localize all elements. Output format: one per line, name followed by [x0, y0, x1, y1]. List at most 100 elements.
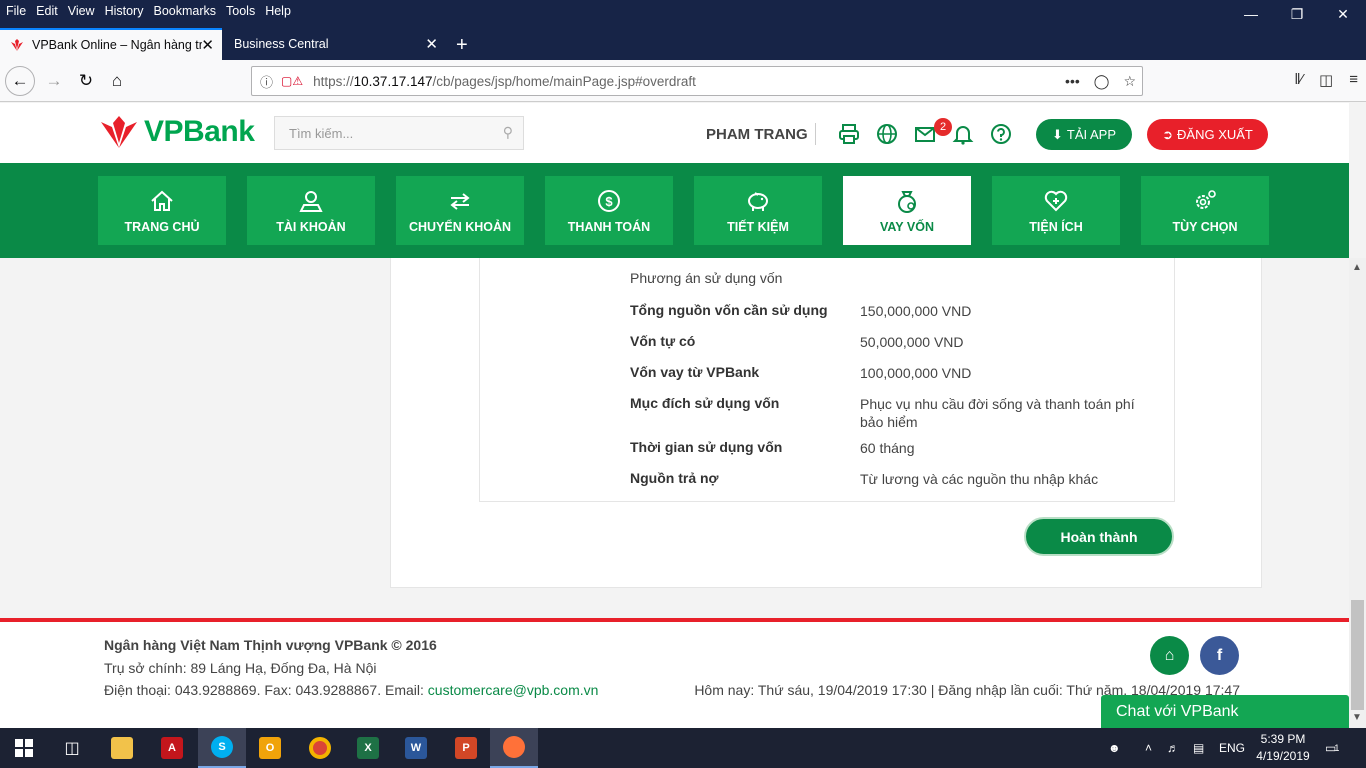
piggy-bank-icon — [748, 192, 768, 211]
nav-transfer[interactable]: CHUYỂN KHOẢN — [396, 176, 524, 245]
logo-text: VPBank — [144, 115, 255, 148]
nav-account[interactable]: TÀI KHOẢN — [247, 176, 375, 245]
menu-tools[interactable]: Tools — [221, 4, 260, 18]
nav-savings[interactable]: TIẾT KIỆM — [694, 176, 822, 245]
network-icon[interactable]: ▤ — [1193, 728, 1204, 768]
section-title: Phương án sử dụng vốn — [630, 270, 783, 286]
people-icon[interactable]: ☻ — [1108, 728, 1121, 768]
globe-icon[interactable] — [876, 123, 898, 145]
taskbar-chrome[interactable] — [296, 728, 344, 768]
bell-icon[interactable] — [952, 123, 974, 145]
nav-label: TIỆN ÍCH — [1029, 220, 1083, 234]
row-label: Vốn tự có — [630, 333, 696, 349]
footer-email-link[interactable]: customercare@vpb.com.vn — [428, 682, 599, 698]
footer-facebook-button[interactable]: f — [1200, 636, 1239, 675]
scroll-down-icon[interactable]: ▼ — [1352, 712, 1362, 723]
search-input[interactable]: Tìm kiếm... ⚲ — [274, 116, 524, 150]
scrollbar-thumb[interactable] — [1351, 600, 1364, 710]
menu-bookmarks[interactable]: Bookmarks — [148, 4, 221, 18]
clock-date: 4/19/2019 — [1256, 749, 1310, 763]
bookmark-star-icon[interactable]: ☆ — [1123, 73, 1136, 90]
taskbar-clock[interactable]: 5:39 PM 4/19/2019 — [1253, 731, 1313, 765]
divider — [815, 123, 816, 145]
menu-view[interactable]: View — [63, 4, 100, 18]
menu-history[interactable]: History — [100, 4, 149, 18]
taskbar-outlook[interactable]: O — [246, 728, 294, 768]
scroll-up-icon[interactable]: ▲ — [1352, 262, 1362, 273]
logout-button[interactable]: ➲ ĐĂNG XUẤT — [1147, 119, 1268, 150]
nav-label: THANH TOÁN — [567, 220, 651, 234]
user-icon — [299, 191, 323, 212]
logout-icon: ➲ — [1162, 126, 1174, 142]
page-actions-icon[interactable]: ••• — [1065, 73, 1080, 90]
start-button[interactable] — [0, 728, 48, 768]
footer-contact-text: Điện thoại: 043.9288869. Fax: 043.928886… — [104, 682, 428, 698]
page-viewport: VPBank Tìm kiếm... ⚲ PHAM TRANG 2 ⬇ TẢI … — [0, 103, 1349, 728]
main-navigation: TRANG CHỦ TÀI KHOẢN CHUYỂN KHOẢN $ THANH… — [0, 163, 1349, 258]
nav-loan[interactable]: VAY VỐN — [843, 176, 971, 245]
download-icon: ⬇ — [1051, 126, 1063, 142]
task-view-icon: ◫ — [64, 740, 80, 757]
nav-utilities[interactable]: TIỆN ÍCH — [992, 176, 1120, 245]
download-app-button[interactable]: ⬇ TẢI APP — [1036, 119, 1132, 150]
tab-vpbank[interactable]: VPBank Online – Ngân hàng trự ✕ — [0, 28, 222, 60]
taskbar-skype[interactable]: S — [198, 728, 246, 768]
tab-title: VPBank Online – Ngân hàng trự — [32, 38, 202, 52]
sidebar-icon[interactable]: ◫ — [1319, 71, 1333, 89]
navigation-toolbar: ← → ↻ ⌂ ⓘ ▢⚠ https://10.37.17.147/cb/pag… — [0, 60, 1366, 102]
tab-business-central[interactable]: Business Central ✕ — [224, 28, 446, 60]
nav-payment[interactable]: $ THANH TOÁN — [545, 176, 673, 245]
nav-settings[interactable]: TÙY CHỌN — [1141, 176, 1269, 245]
footer-home-button[interactable]: ⌂ — [1150, 636, 1189, 675]
money-bag-icon — [898, 191, 916, 213]
taskbar-file-explorer[interactable] — [98, 728, 146, 768]
vpbank-logo[interactable]: VPBank — [100, 115, 255, 149]
taskbar-word[interactable]: W — [392, 728, 440, 768]
chrome-icon — [309, 737, 331, 759]
insecure-lock-icon[interactable]: ▢⚠ — [281, 74, 303, 88]
close-tab-icon[interactable]: ✕ — [425, 35, 438, 53]
taskbar-powerpoint[interactable]: P — [442, 728, 490, 768]
forward-button[interactable]: → — [40, 67, 68, 95]
taskbar-acrobat[interactable]: A — [148, 728, 196, 768]
back-button[interactable]: ← — [5, 66, 35, 96]
page-scrollbar[interactable]: ▲ ▼ — [1349, 258, 1366, 728]
firefox-icon — [503, 736, 525, 758]
hamburger-menu-icon[interactable]: ≡ — [1349, 71, 1358, 89]
task-view-button[interactable]: ◫ — [48, 728, 96, 768]
show-hidden-icons[interactable]: ˄ — [1145, 728, 1152, 768]
row-label: Nguồn trả nợ — [630, 470, 719, 486]
nav-home[interactable]: TRANG CHỦ — [98, 176, 226, 245]
language-indicator[interactable]: ENG — [1219, 728, 1245, 768]
close-tab-icon[interactable]: ✕ — [201, 36, 214, 54]
library-icon[interactable]: ‖⁄ — [1294, 71, 1303, 89]
action-center-button[interactable]: ▭ 1 — [1325, 728, 1339, 768]
search-icon[interactable]: ⚲ — [503, 124, 513, 141]
taskbar-firefox[interactable] — [490, 728, 538, 768]
help-icon[interactable] — [990, 123, 1012, 145]
nav-label: TÀI KHOẢN — [276, 220, 346, 234]
taskbar-excel[interactable]: X — [344, 728, 392, 768]
home-button[interactable]: ⌂ — [103, 67, 131, 95]
new-tab-button[interactable]: + — [456, 34, 468, 57]
menu-edit[interactable]: Edit — [31, 4, 63, 18]
reload-button[interactable]: ↻ — [72, 67, 100, 95]
loan-summary-panel: Phương án sử dụng vốn Tổng nguồn vốn cần… — [390, 258, 1262, 588]
footer-address: Trụ sở chính: 89 Láng Hạ, Đống Đa, Hà Nộ… — [104, 660, 377, 676]
mail-icon[interactable] — [914, 123, 936, 145]
complete-button[interactable]: Hoàn thành — [1024, 517, 1174, 556]
menu-help[interactable]: Help — [260, 4, 296, 18]
menu-file[interactable]: File — [0, 4, 31, 18]
url-bar[interactable]: ⓘ ▢⚠ https://10.37.17.147/cb/pages/jsp/h… — [251, 66, 1143, 96]
chat-widget[interactable]: Chat với VPBank — [1101, 695, 1349, 728]
row-value: 150,000,000 VND — [860, 303, 972, 319]
loan-plan-box: Phương án sử dụng vốn Tổng nguồn vốn cần… — [479, 258, 1175, 502]
printer-icon[interactable] — [838, 123, 860, 145]
info-icon[interactable]: ⓘ — [260, 72, 273, 91]
excel-icon: X — [357, 737, 379, 759]
powerpoint-icon: P — [455, 737, 477, 759]
volume-icon[interactable]: ♬ — [1167, 728, 1179, 768]
pocket-icon[interactable]: ◯ — [1094, 73, 1110, 90]
logout-label: ĐĂNG XUẤT — [1177, 127, 1253, 142]
tab-title: Business Central — [234, 37, 329, 51]
